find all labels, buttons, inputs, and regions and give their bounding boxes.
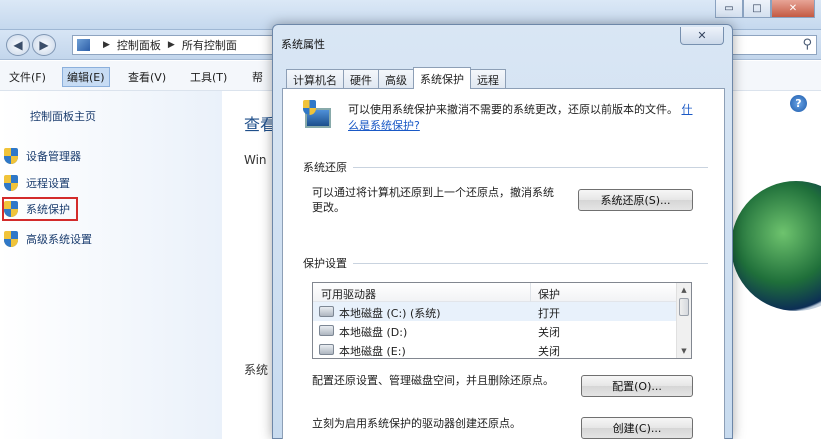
sidebar: 控制面板主页 设备管理器 远程设置 系统保护 高级系统设置 bbox=[0, 91, 222, 439]
tab-bar: 计算机名 硬件 高级 系统保护 远程 bbox=[286, 67, 506, 89]
shield-icon bbox=[4, 175, 18, 191]
sidebar-item-device-manager[interactable]: 设备管理器 bbox=[4, 146, 81, 166]
hard-drive-icon bbox=[319, 325, 334, 336]
dialog-title: 系统属性 bbox=[281, 38, 325, 51]
breadcrumb-control-panel[interactable]: 控制面板 bbox=[117, 37, 161, 53]
windows-logo-icon bbox=[731, 181, 821, 311]
forward-button[interactable]: ▶ bbox=[32, 34, 56, 56]
drive-row[interactable]: 本地磁盘 (D:) 关闭 bbox=[313, 321, 677, 340]
drive-row[interactable]: 本地磁盘 (C:) (系统) 打开 bbox=[313, 302, 677, 321]
configure-button[interactable]: 配置(O)... bbox=[581, 375, 693, 397]
drive-protection-status: 关闭 bbox=[538, 345, 560, 358]
tab-system-protection[interactable]: 系统保护 bbox=[413, 67, 471, 89]
menu-help[interactable]: 帮 bbox=[248, 68, 267, 86]
scroll-down-icon[interactable]: ▼ bbox=[677, 344, 691, 358]
protection-section-divider bbox=[303, 263, 708, 264]
tab-advanced[interactable]: 高级 bbox=[378, 69, 414, 89]
drive-protection-status: 关闭 bbox=[538, 326, 560, 339]
drive-list-header: 可用驱动器 保护 bbox=[313, 283, 677, 302]
drive-list[interactable]: 可用驱动器 保护 本地磁盘 (C:) (系统) 打开 本地磁盘 (D:) 关闭 … bbox=[312, 282, 692, 359]
back-button[interactable]: ◀ bbox=[6, 34, 30, 56]
system-section-label: 系统 bbox=[244, 363, 269, 377]
system-protection-icon bbox=[303, 100, 335, 132]
shield-icon bbox=[303, 100, 316, 115]
control-panel-icon bbox=[77, 39, 90, 51]
sidebar-item-remote-settings[interactable]: 远程设置 bbox=[4, 173, 70, 193]
shield-icon bbox=[4, 231, 18, 247]
tab-computer-name[interactable]: 计算机名 bbox=[286, 69, 344, 89]
help-icon[interactable]: ? bbox=[790, 95, 807, 112]
create-description: 立刻为启用系统保护的驱动器创建还原点。 bbox=[312, 417, 521, 430]
menu-tools[interactable]: 工具(T) bbox=[186, 68, 231, 86]
intro-description: 可以使用系统保护来撤消不需要的系统更改，还原以前版本的文件。 bbox=[348, 103, 678, 116]
dialog-close-button[interactable]: ✕ bbox=[680, 27, 724, 45]
column-protection[interactable]: 保护 bbox=[538, 286, 560, 302]
configure-description: 配置还原设置、管理磁盘空间，并且删除还原点。 bbox=[312, 374, 554, 387]
window-controls: ▭ □ ✕ bbox=[715, 0, 815, 18]
shield-icon bbox=[4, 148, 18, 164]
drive-row[interactable]: 本地磁盘 (E:) 关闭 bbox=[313, 340, 677, 358]
hard-drive-icon bbox=[319, 344, 334, 355]
search-icon[interactable]: ⚲ bbox=[802, 37, 812, 52]
minimize-button[interactable]: ▭ bbox=[715, 0, 743, 18]
tab-remote[interactable]: 远程 bbox=[470, 69, 506, 89]
system-protection-panel: 可以使用系统保护来撤消不需要的系统更改，还原以前版本的文件。 什么是系统保护? … bbox=[282, 88, 725, 439]
close-button[interactable]: ✕ bbox=[771, 0, 815, 18]
intro-text: 可以使用系统保护来撤消不需要的系统更改，还原以前版本的文件。 什么是系统保护? bbox=[348, 102, 698, 134]
create-button[interactable]: 创建(C)... bbox=[581, 417, 693, 439]
column-divider bbox=[530, 283, 531, 302]
sidebar-item-label: 设备管理器 bbox=[26, 150, 81, 163]
restore-section-label: 系统还原 bbox=[303, 159, 353, 175]
drive-name: 本地磁盘 (E:) bbox=[339, 345, 406, 358]
sidebar-item-advanced-settings[interactable]: 高级系统设置 bbox=[4, 229, 92, 249]
menu-view[interactable]: 查看(V) bbox=[124, 68, 170, 86]
system-restore-button[interactable]: 系统还原(S)... bbox=[578, 189, 693, 211]
drive-protection-status: 打开 bbox=[538, 307, 560, 320]
breadcrumb-all-items[interactable]: 所有控制面 bbox=[182, 37, 237, 53]
address-bar[interactable]: ▶ 控制面板 ▶ 所有控制面 bbox=[72, 35, 277, 55]
drive-name: 本地磁盘 (C:) (系统) bbox=[339, 307, 441, 320]
shield-icon bbox=[4, 201, 18, 217]
hard-drive-icon bbox=[319, 306, 334, 317]
restore-section-divider bbox=[303, 167, 708, 168]
sidebar-home-link[interactable]: 控制面板主页 bbox=[30, 108, 96, 124]
windows-edition-label: Win bbox=[244, 153, 267, 167]
menu-edit[interactable]: 编辑(E) bbox=[62, 67, 110, 87]
column-available-drives[interactable]: 可用驱动器 bbox=[321, 286, 376, 302]
sidebar-item-label: 远程设置 bbox=[26, 177, 70, 190]
scroll-thumb[interactable] bbox=[679, 298, 689, 316]
sidebar-item-system-protection[interactable]: 系统保护 bbox=[2, 197, 78, 221]
drive-name: 本地磁盘 (D:) bbox=[339, 326, 408, 339]
sidebar-item-label: 系统保护 bbox=[26, 203, 70, 216]
maximize-button[interactable]: □ bbox=[743, 0, 771, 18]
scroll-up-icon[interactable]: ▲ bbox=[677, 283, 691, 297]
breadcrumb-separator-icon: ▶ bbox=[103, 40, 110, 50]
protection-section-label: 保护设置 bbox=[303, 255, 353, 271]
system-properties-dialog: 系统属性 ✕ 计算机名 硬件 高级 系统保护 远程 可以使用系统保护来撤消不需要… bbox=[272, 24, 733, 439]
drive-list-scrollbar[interactable]: ▲ ▼ bbox=[676, 283, 691, 358]
tab-hardware[interactable]: 硬件 bbox=[343, 69, 379, 89]
menu-file[interactable]: 文件(F) bbox=[5, 68, 50, 86]
sidebar-item-label: 高级系统设置 bbox=[26, 233, 92, 246]
restore-description: 可以通过将计算机还原到上一个还原点，撤消系统更改。 bbox=[312, 186, 554, 214]
breadcrumb-separator-icon: ▶ bbox=[167, 40, 175, 50]
